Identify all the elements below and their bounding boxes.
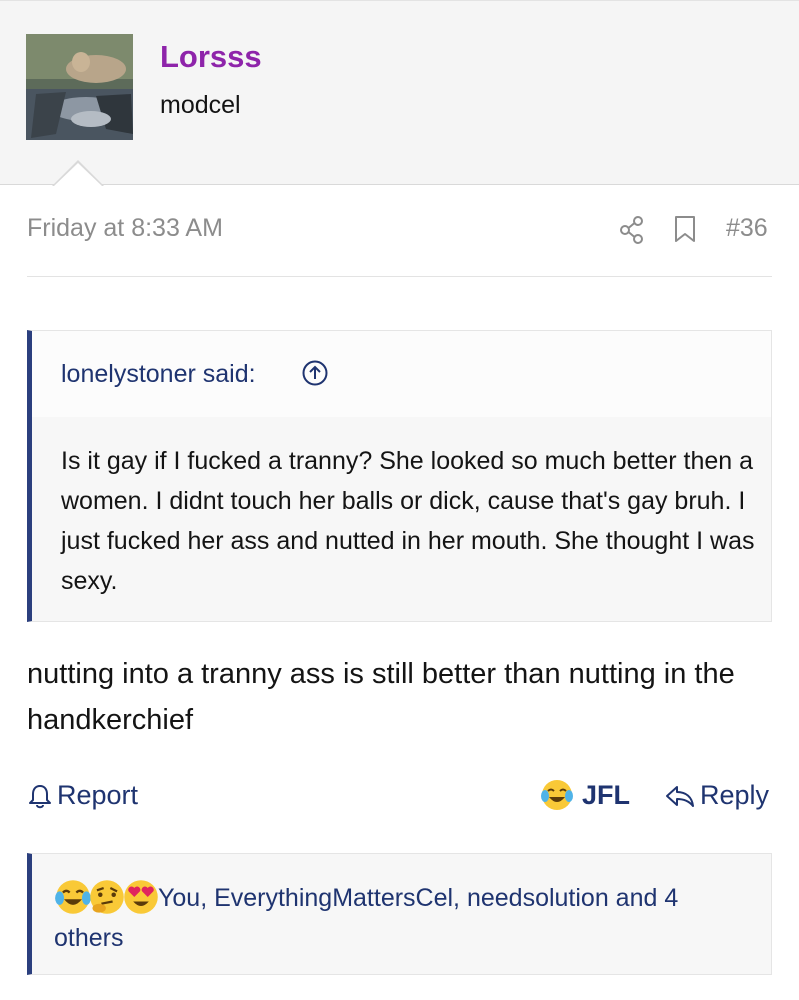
quote-body: Is it gay if I fucked a tranny? She look…	[61, 447, 755, 595]
quote-block: lonelystoner said: Is it gay if I fucked…	[27, 330, 772, 622]
jump-to-quote-icon[interactable]	[301, 359, 329, 392]
username[interactable]: Lorsss	[160, 39, 262, 75]
react-button[interactable]: JFL	[540, 778, 630, 812]
post-number-link[interactable]: #36	[726, 214, 768, 243]
reactions-bar[interactable]: You, EverythingMattersCel, needsolution …	[27, 853, 772, 975]
post-date[interactable]: Friday at 8:33 AM	[27, 214, 223, 243]
reply-icon	[666, 785, 694, 807]
reaction-label: JFL	[582, 779, 631, 810]
report-label: Report	[57, 780, 139, 810]
share-icon[interactable]	[618, 215, 646, 250]
user-header: Lorsss modcel	[0, 0, 799, 185]
user-title: modcel	[160, 91, 241, 119]
joy-emoji-icon	[541, 780, 573, 810]
reactions-summary[interactable]: You, EverythingMattersCel, needsolution …	[54, 878, 754, 958]
quote-header: lonelystoner said:	[32, 331, 771, 417]
divider	[27, 276, 772, 277]
bell-icon	[29, 784, 51, 808]
reply-label: Reply	[700, 780, 770, 810]
message-pointer-inner	[54, 163, 102, 186]
quote-author[interactable]: lonelystoner said:	[61, 360, 256, 389]
post-message: nutting into a tranny ass is still bette…	[27, 658, 735, 736]
reply-button[interactable]: Reply	[664, 780, 769, 811]
bookmark-icon[interactable]	[673, 214, 697, 249]
avatar[interactable]	[26, 34, 133, 140]
report-button[interactable]: Report	[27, 780, 138, 811]
